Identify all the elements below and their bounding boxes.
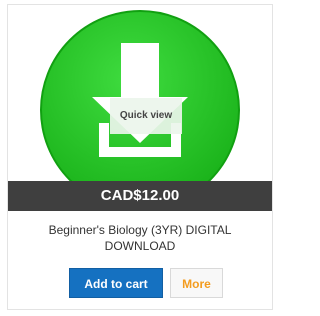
quick-view-button[interactable]: Quick view — [110, 98, 182, 134]
add-to-cart-button[interactable]: Add to cart — [69, 268, 163, 298]
price-label: CAD$12.00 — [8, 181, 272, 211]
product-title[interactable]: Beginner's Biology (3YR) DIGITAL DOWNLOA… — [22, 222, 258, 254]
more-button[interactable]: More — [170, 268, 223, 298]
product-card: Quick view CAD$12.00 Beginner's Biology … — [7, 4, 273, 310]
